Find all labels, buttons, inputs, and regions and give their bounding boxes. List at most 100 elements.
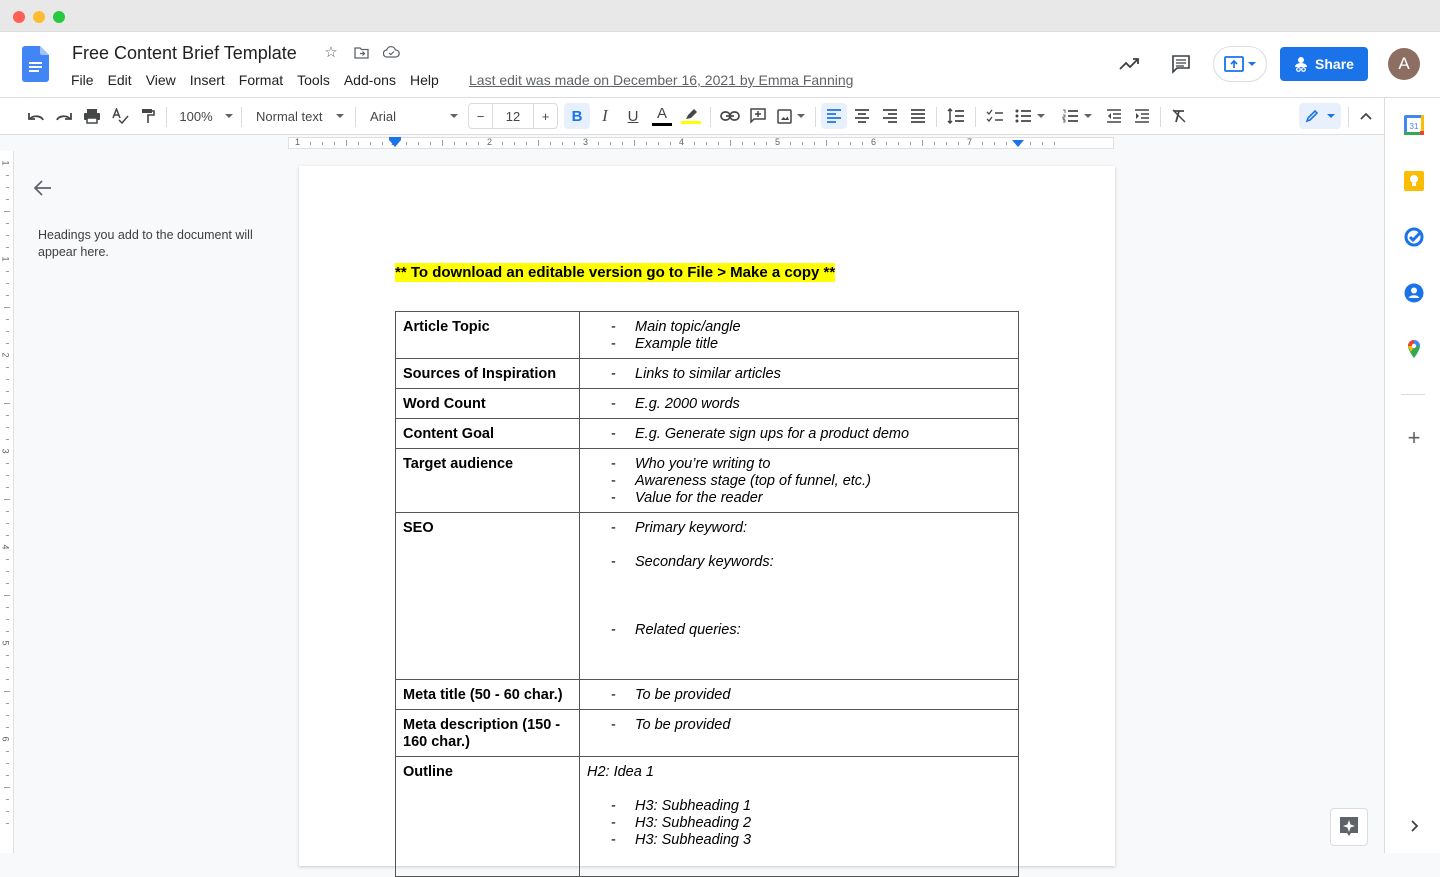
activity-dashboard-icon[interactable] bbox=[1118, 52, 1142, 76]
bulleted-list-button[interactable] bbox=[1010, 103, 1050, 129]
document-title[interactable]: Free Content Brief Template bbox=[72, 43, 297, 64]
close-outline-arrow-icon[interactable] bbox=[33, 179, 52, 202]
ruler-tick bbox=[862, 141, 863, 145]
ruler-tick bbox=[5, 367, 9, 368]
calendar-icon[interactable]: 31 bbox=[1404, 115, 1424, 135]
row-label[interactable]: Word Count bbox=[395, 388, 580, 419]
italic-button[interactable]: I bbox=[592, 103, 618, 129]
get-add-ons-plus-icon[interactable]: + bbox=[1404, 427, 1424, 449]
redo-icon[interactable] bbox=[52, 103, 76, 129]
line-spacing-icon[interactable] bbox=[943, 103, 969, 129]
chevron-down-icon bbox=[450, 114, 458, 118]
row-value[interactable]: - Main topic/angle - Example title bbox=[579, 311, 1019, 359]
side-panel-divider bbox=[1401, 394, 1425, 395]
menu-tools[interactable]: Tools bbox=[290, 72, 337, 88]
menu-edit[interactable]: Edit bbox=[101, 72, 139, 88]
copy-instructions-banner: ** To download an editable version go to… bbox=[395, 263, 836, 282]
row-value[interactable]: - To be provided bbox=[579, 709, 1019, 757]
justify-button[interactable] bbox=[905, 103, 931, 129]
show-side-panel-chevron-icon[interactable] bbox=[1404, 816, 1424, 836]
row-label[interactable]: Article Topic bbox=[395, 311, 580, 359]
clear-formatting-icon[interactable] bbox=[1166, 103, 1192, 129]
last-edit-link[interactable]: Last edit was made on December 16, 2021 … bbox=[469, 72, 853, 88]
zoom-select[interactable]: 100% bbox=[174, 103, 238, 129]
print-icon[interactable] bbox=[80, 103, 104, 129]
cloud-saved-icon[interactable] bbox=[382, 43, 400, 61]
close-window-button[interactable] bbox=[13, 11, 25, 23]
star-icon[interactable]: ☆ bbox=[322, 43, 340, 61]
align-left-button[interactable] bbox=[821, 103, 847, 129]
undo-icon[interactable] bbox=[24, 103, 48, 129]
font-size-input[interactable]: 12 bbox=[493, 104, 533, 128]
align-right-button[interactable] bbox=[877, 103, 903, 129]
menu-file[interactable]: File bbox=[64, 72, 101, 88]
numbered-list-button[interactable] bbox=[1057, 103, 1097, 129]
row-label[interactable]: Target audience bbox=[395, 448, 580, 513]
row-value[interactable]: - To be provided bbox=[579, 679, 1019, 710]
keep-icon[interactable] bbox=[1404, 171, 1424, 191]
text-color-button[interactable]: A bbox=[649, 103, 675, 129]
decrease-font-size-button[interactable]: − bbox=[469, 104, 493, 128]
row-label[interactable]: Meta description (150 - 160 char.) bbox=[395, 709, 580, 757]
row-value[interactable]: - Who you’re writing to - Awareness stage … bbox=[579, 448, 1019, 513]
row-label[interactable]: Outline bbox=[395, 756, 580, 877]
google-docs-logo-icon[interactable] bbox=[22, 46, 49, 82]
ruler-tick bbox=[934, 141, 935, 145]
move-to-folder-icon[interactable] bbox=[352, 43, 370, 61]
increase-indent-icon[interactable] bbox=[1129, 103, 1155, 129]
row-value[interactable]: - E.g. 2000 words bbox=[579, 388, 1019, 419]
tasks-icon[interactable] bbox=[1404, 227, 1424, 247]
insert-image-button[interactable] bbox=[773, 103, 809, 129]
contacts-icon[interactable] bbox=[1404, 283, 1424, 303]
minimize-window-button[interactable] bbox=[33, 11, 45, 23]
decrease-indent-icon[interactable] bbox=[1101, 103, 1127, 129]
increase-font-size-button[interactable]: + bbox=[533, 104, 557, 128]
maximize-window-button[interactable] bbox=[53, 11, 65, 23]
menu-insert[interactable]: Insert bbox=[183, 72, 232, 88]
row-value[interactable]: H2: Idea 1 - H3: Subheading 1 - H3: Subhea… bbox=[579, 756, 1019, 877]
paragraph-style-select[interactable]: Normal text bbox=[250, 103, 348, 129]
editing-mode-button[interactable] bbox=[1299, 103, 1341, 129]
row-label[interactable]: Sources of Inspiration bbox=[395, 358, 580, 389]
paragraph-style-value: Normal text bbox=[256, 108, 323, 124]
checklist-icon[interactable] bbox=[982, 103, 1008, 129]
bold-button[interactable]: B bbox=[564, 103, 590, 129]
row-value[interactable]: - Primary keyword: - Secondary keywords: -… bbox=[579, 512, 1019, 680]
menu-format[interactable]: Format bbox=[232, 72, 290, 88]
paint-format-icon[interactable] bbox=[136, 103, 160, 129]
add-comment-icon[interactable] bbox=[745, 103, 771, 129]
menu-add-ons[interactable]: Add-ons bbox=[337, 72, 403, 88]
row-label[interactable]: Content Goal bbox=[395, 418, 580, 449]
highlight-color-button[interactable] bbox=[678, 103, 704, 129]
row-label[interactable]: Meta title (50 - 60 char.) bbox=[395, 679, 580, 710]
right-indent-marker[interactable] bbox=[1012, 140, 1024, 147]
row-value[interactable]: - E.g. Generate sign ups for a product de… bbox=[579, 418, 1019, 449]
row-label[interactable]: SEO bbox=[395, 512, 580, 680]
menu-help[interactable]: Help bbox=[403, 72, 446, 88]
maps-icon[interactable] bbox=[1404, 339, 1424, 359]
spellcheck-icon[interactable] bbox=[108, 103, 132, 129]
explore-button[interactable] bbox=[1330, 808, 1368, 846]
list-item: - Who you’re writing to bbox=[611, 456, 771, 472]
ruler-tick bbox=[514, 141, 515, 145]
document-page[interactable]: ** To download an editable version go to… bbox=[299, 166, 1115, 877]
ruler-scale[interactable]: 11234567 bbox=[288, 137, 1114, 149]
chevron-down-icon bbox=[1037, 114, 1045, 118]
left-indent-marker[interactable] bbox=[389, 140, 401, 147]
hide-menus-chevron-up-icon[interactable] bbox=[1354, 103, 1378, 129]
ruler-tick bbox=[5, 751, 9, 752]
align-center-button[interactable] bbox=[849, 103, 875, 129]
row-value[interactable]: - Links to similar articles bbox=[579, 358, 1019, 389]
menu-view[interactable]: View bbox=[139, 72, 183, 88]
share-button[interactable]: Share bbox=[1280, 47, 1368, 81]
ruler-tick bbox=[5, 535, 9, 536]
insert-link-icon[interactable] bbox=[717, 103, 743, 129]
underline-button[interactable]: U bbox=[620, 103, 646, 129]
horizontal-ruler: 11234567 bbox=[0, 135, 1384, 151]
first-line-indent-marker[interactable] bbox=[389, 137, 401, 140]
comments-icon[interactable] bbox=[1169, 52, 1193, 76]
present-button[interactable] bbox=[1213, 46, 1267, 82]
ruler-tick bbox=[718, 141, 719, 145]
account-avatar[interactable]: A bbox=[1388, 48, 1420, 80]
font-family-select[interactable]: Arial bbox=[364, 103, 462, 129]
